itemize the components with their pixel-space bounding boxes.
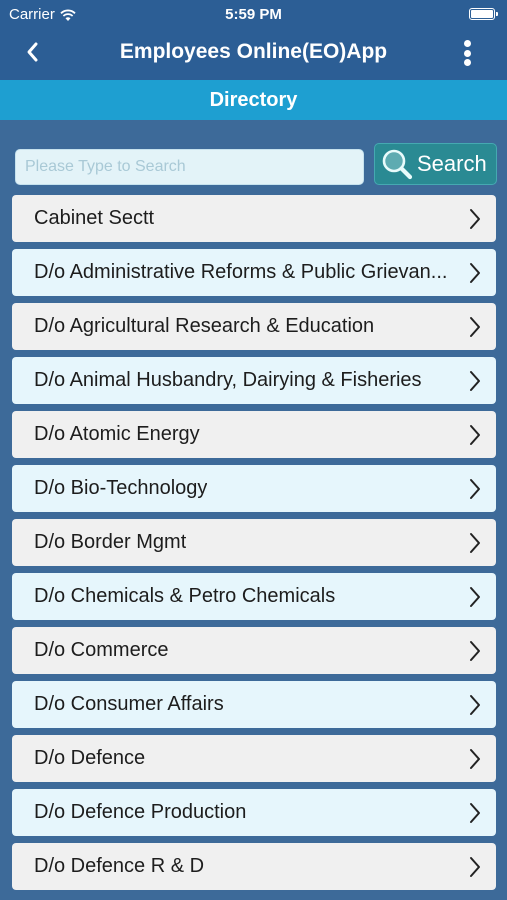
chevron-right-icon: [470, 425, 480, 445]
directory-list: Cabinet Sectt D/o Administrative Reforms …: [12, 195, 496, 897]
chevron-right-icon: [470, 533, 480, 553]
chevron-right-icon: [470, 371, 480, 391]
list-item[interactable]: D/o Agricultural Research & Education: [12, 303, 496, 350]
app-title: Employees Online(EO)App: [119, 40, 388, 63]
chevron-right-icon: [470, 749, 480, 769]
list-item-label: D/o Defence R & D: [34, 855, 205, 877]
more-vertical-icon: [463, 40, 471, 47]
list-item[interactable]: D/o Administrative Reforms & Public Grie…: [12, 249, 496, 296]
search-input[interactable]: [15, 149, 364, 185]
list-item-label: D/o Agricultural Research & Education: [34, 315, 375, 337]
list-item-label: D/o Defence: [34, 747, 146, 769]
list-item[interactable]: D/o Defence R & D: [12, 843, 496, 890]
chevron-right-icon: [470, 695, 480, 715]
top-bar: Carrier 5:59 PM Employees Online(EO)App: [0, 0, 507, 80]
magnifier-icon: [382, 149, 413, 180]
chevron-right-icon: [470, 641, 480, 661]
chevron-right-icon: [470, 803, 480, 823]
list-item[interactable]: D/o Commerce: [12, 627, 496, 674]
nav-bar: Employees Online(EO)App: [0, 28, 507, 80]
list-item[interactable]: D/o Consumer Affairs: [12, 681, 496, 728]
list-item[interactable]: D/o Atomic Energy: [12, 411, 496, 458]
list-item[interactable]: Cabinet Sectt: [12, 195, 496, 242]
list-item-label: D/o Chemicals & Petro Chemicals: [34, 585, 336, 607]
section-title: Directory: [0, 80, 507, 120]
list-item-label: D/o Consumer Affairs: [34, 693, 224, 715]
more-vertical-icon: [463, 49, 471, 57]
status-bar: Carrier 5:59 PM: [0, 0, 507, 28]
list-item-label: D/o Border Mgmt: [34, 531, 187, 553]
list-item-label: D/o Atomic Energy: [34, 423, 200, 445]
list-item[interactable]: D/o Border Mgmt: [12, 519, 496, 566]
search-button[interactable]: Search: [374, 143, 497, 185]
chevron-right-icon: [470, 479, 480, 499]
list-item-label: Cabinet Sectt: [34, 207, 155, 229]
search-button-label: Search: [417, 151, 487, 176]
list-item-label: D/o Animal Husbandry, Dairying & Fisheri…: [34, 369, 422, 391]
chevron-right-icon: [470, 263, 480, 283]
list-item[interactable]: D/o Chemicals & Petro Chemicals: [12, 573, 496, 620]
list-item-label: D/o Administrative Reforms & Public Grie…: [34, 261, 448, 283]
list-item[interactable]: D/o Defence Production: [12, 789, 496, 836]
list-item[interactable]: D/o Animal Husbandry, Dairying & Fisheri…: [12, 357, 496, 404]
chevron-right-icon: [470, 209, 480, 229]
more-vertical-icon: [463, 59, 471, 66]
status-time: 5:59 PM: [225, 6, 282, 23]
list-item[interactable]: D/o Bio-Technology: [12, 465, 496, 512]
more-menu-button[interactable]: [455, 38, 479, 68]
list-item-label: D/o Bio-Technology: [34, 477, 208, 499]
chevron-right-icon: [470, 857, 480, 877]
battery-icon: [469, 8, 498, 20]
chevron-right-icon: [470, 587, 480, 607]
list-item-label: D/o Defence Production: [34, 801, 247, 823]
list-item[interactable]: D/o Defence: [12, 735, 496, 782]
list-item-label: D/o Commerce: [34, 639, 169, 661]
chevron-right-icon: [470, 317, 480, 337]
